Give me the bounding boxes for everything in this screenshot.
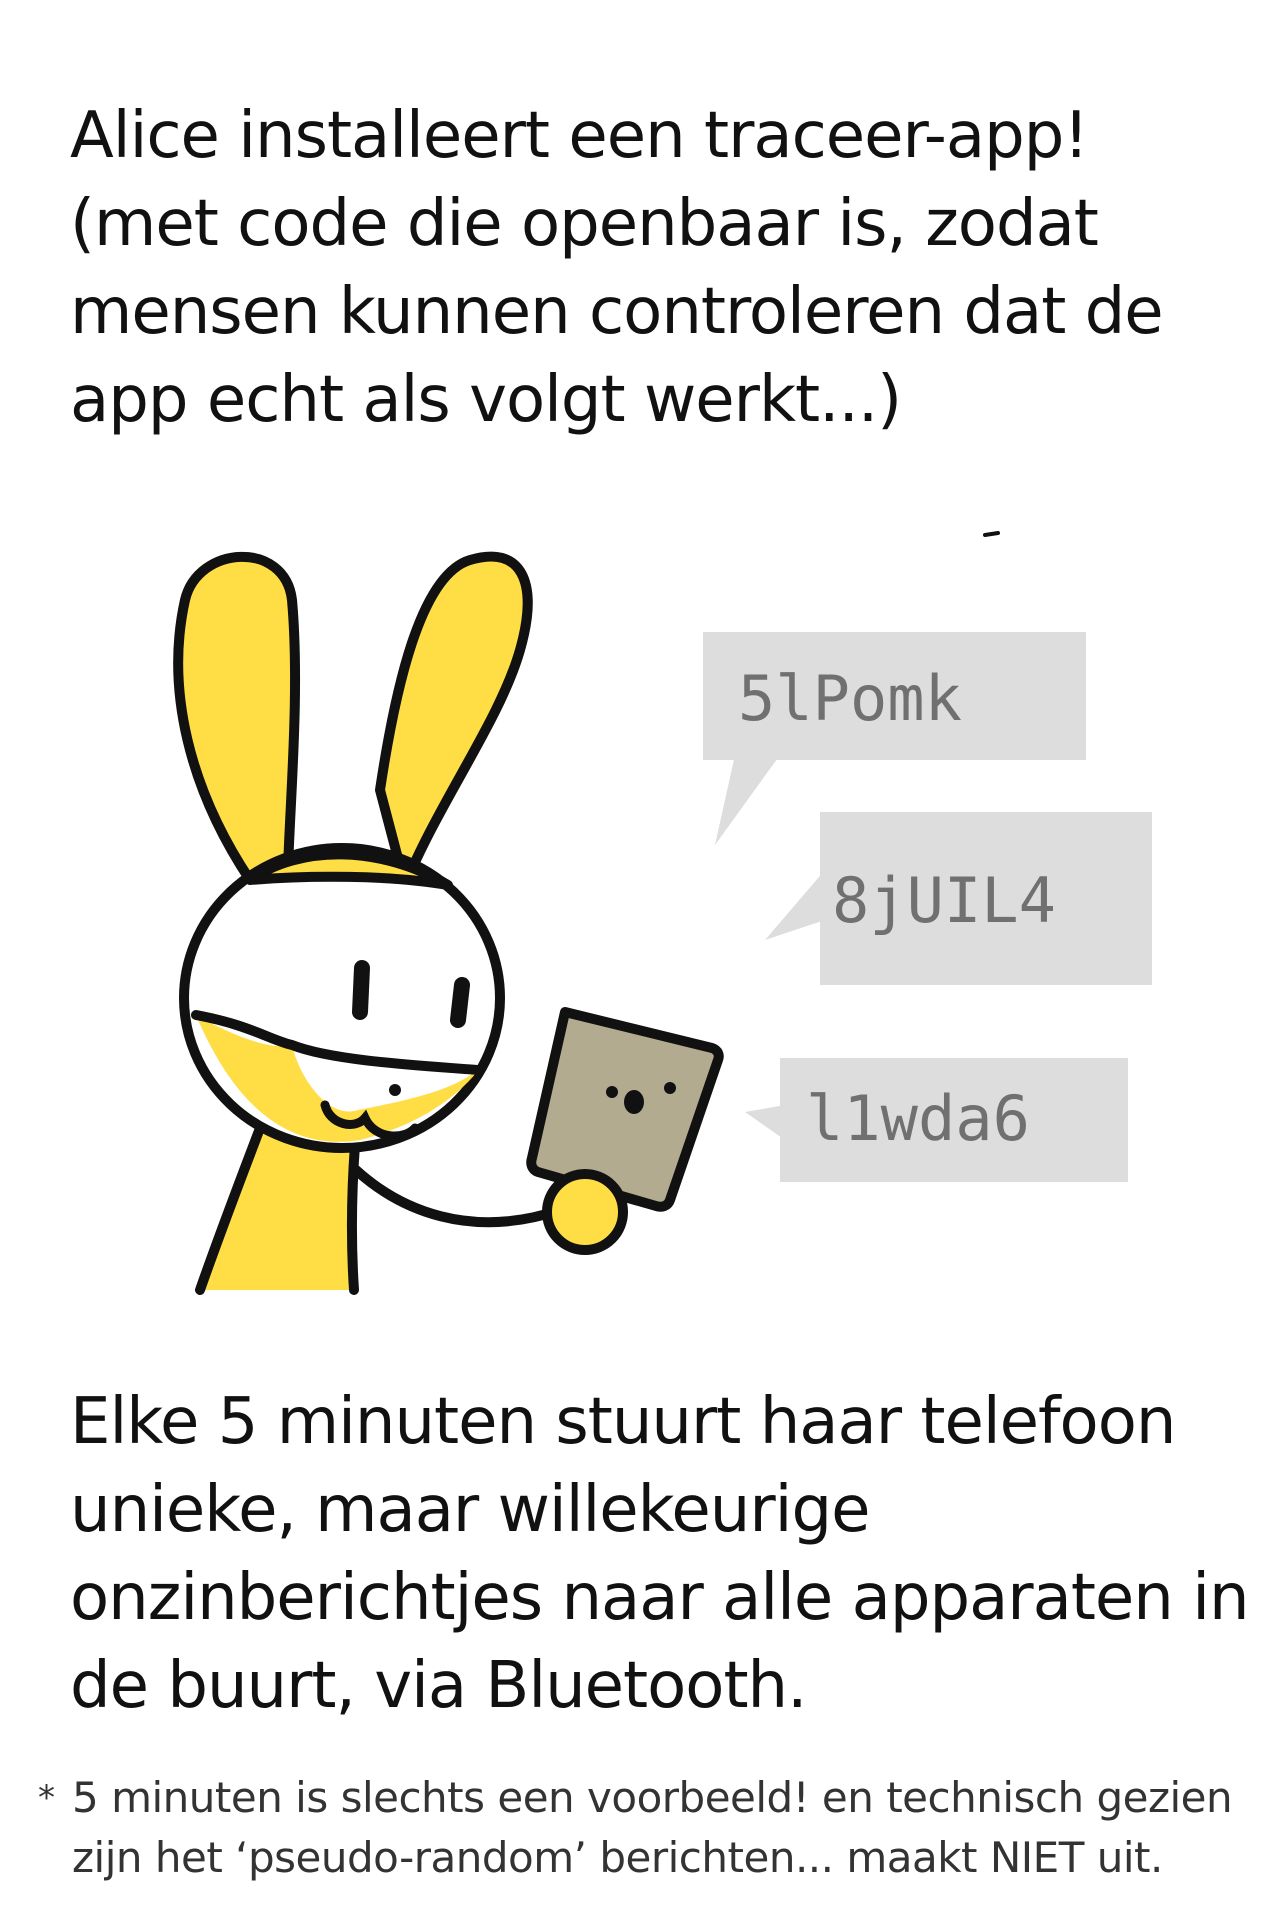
bunny-eye-left [352,960,370,1020]
footnote-marker: * [38,1778,55,1818]
intro-line: app echt als volgt werkt...) [70,363,902,437]
message-bubble: 5lPomk [703,632,1086,845]
footnote: * 5 minuten is slechts een voorbeeld! en… [38,1768,1258,1888]
bunny-ear-right [375,551,533,890]
phone [526,1007,724,1212]
body-line: de buurt, via Bluetooth. [70,1649,807,1723]
bunny-muzzle [196,1015,480,1142]
bunny-body [200,1045,355,1290]
message-bubble-box [820,812,1152,985]
phone-mouth [624,1090,644,1114]
stray-mark [983,531,1000,537]
footnote-line: zijn het ‘pseudo-random’ berichten... ma… [72,1833,1163,1882]
intro-line: Alice installeert een traceer-app! [70,99,1089,173]
bunny-eye-right [450,977,470,1028]
bunny-forehead-patch [245,849,453,890]
bunny-hand [542,1169,628,1255]
body-line: onzinberichtjes naar alle apparaten in [70,1561,1250,1635]
bunny-ear-left [173,551,301,885]
message-bubble-box [780,1058,1128,1182]
bunny-body-outline [195,1040,297,1295]
phone-eye-right [664,1082,676,1094]
message-text: 5lPomk [738,662,962,735]
bunny-body-outline-right [346,1105,363,1295]
bunny-muzzle-line [191,1010,483,1075]
body-line: unieke, maar willekeurige [70,1473,870,1547]
message-bubble-tail [765,870,825,940]
intro-text: Alice installeert een traceer-app! (met … [70,92,1200,444]
message-text: 8jUIL4 [832,864,1056,937]
bunny-mouth [320,1100,420,1141]
phone-eye-left [606,1086,618,1098]
intro-line: (met code die openbaar is, zodat [70,187,1099,261]
bunny-head [179,843,505,1153]
body-line: Elke 5 minuten stuurt haar telefoon [70,1385,1176,1459]
message-bubble-tail [745,1105,785,1140]
message-bubble-tail [715,755,780,845]
bunny-nose [389,1084,401,1096]
body-text: Elke 5 minuten stuurt haar telefoon unie… [70,1378,1250,1730]
message-bubble: l1wda6 [745,1058,1128,1182]
message-bubble-box [703,632,1086,760]
intro-line: mensen kunnen controleren dat de [70,275,1164,349]
message-text: l1wda6 [806,1082,1030,1155]
message-bubble: 8jUIL4 [765,812,1152,985]
bunny-arm [351,1165,565,1228]
footnote-line: 5 minuten is slechts een voorbeeld! en t… [72,1773,1233,1822]
footnote-text: 5 minuten is slechts een voorbeeld! en t… [72,1768,1233,1888]
